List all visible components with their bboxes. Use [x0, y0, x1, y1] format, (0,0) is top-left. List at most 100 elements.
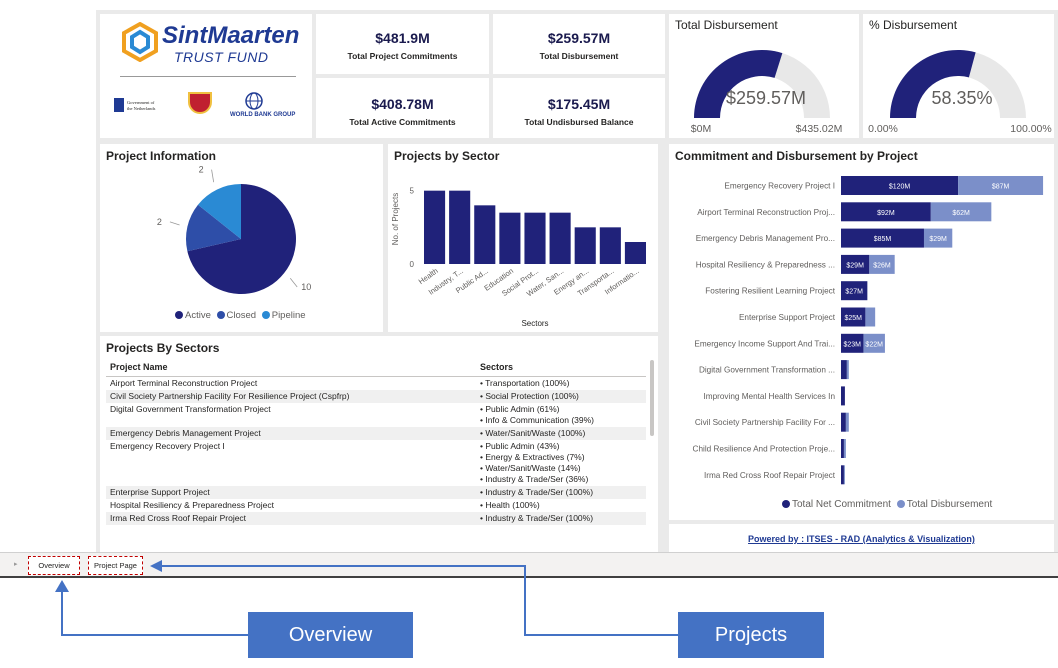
kpi-label: Total Disbursement	[539, 51, 619, 61]
bar-commitment[interactable]	[841, 360, 847, 380]
gauge-chart: 58.35% 0.00% 100.00%	[868, 49, 1052, 135]
logo-card: SintMaarten TRUST FUND Government of the…	[100, 14, 312, 138]
kpi-label: Total Undisbursed Balance	[524, 117, 634, 127]
gauge-percent-disbursement[interactable]: % Disbursement 58.35% 0.00% 100.00%	[863, 14, 1054, 138]
table-row[interactable]: Hospital Resiliency & Preparedness Proje…	[106, 499, 646, 512]
gauge-title: % Disbursement	[869, 18, 958, 32]
sector-entry: • Energy & Extractives (7%)	[480, 452, 585, 462]
commitment-disbursement-card[interactable]: Commitment and Disbursement by Project E…	[669, 144, 1054, 520]
gauge-title: Total Disbursement	[675, 18, 778, 32]
sector-entry: • Public Admin (43%)	[480, 441, 560, 451]
kpi-value: $259.57M	[547, 30, 611, 46]
sector-bar[interactable]	[449, 190, 471, 264]
bar-data-label: $29M	[929, 236, 947, 243]
table-scrollbar[interactable]	[650, 360, 654, 436]
project-category-label: Emergency Debris Management Pro...	[696, 234, 835, 243]
sector-bar[interactable]	[499, 212, 521, 264]
bar-data-label: $23M	[843, 341, 861, 348]
legend-dot-active	[175, 311, 183, 320]
bar-commitment[interactable]	[841, 465, 844, 485]
sector-entry: • Water/Sanit/Waste (100%)	[480, 428, 586, 438]
bar-disbursement[interactable]	[843, 465, 845, 485]
table-row[interactable]: Enterprise Support Project • Industry & T…	[106, 486, 646, 499]
pie-legend: Active Closed Pipeline	[175, 310, 306, 321]
arrowhead-overview-icon	[55, 580, 69, 592]
project-category-label: Digital Government Transformation ...	[699, 366, 835, 375]
bar-disbursement[interactable]	[865, 307, 876, 327]
tab-scroll-left-icon[interactable]: ▸	[14, 560, 18, 568]
gauge-max: $435.02M	[796, 123, 843, 135]
pie-data-label: 2	[199, 165, 204, 175]
sector-bar[interactable]	[524, 212, 546, 264]
sector-entry: • Industry & Trade/Ser (100%)	[480, 513, 594, 523]
tab-project-page[interactable]: Project Page	[88, 556, 143, 575]
bar-disbursement[interactable]	[843, 439, 846, 458]
powered-by-link[interactable]: Powered by : ITSES - RAD (Analytics & Vi…	[669, 534, 1054, 544]
legend-pipeline: Pipeline	[271, 310, 306, 321]
page-tab-bar	[0, 552, 1058, 576]
bar-disbursement[interactable]	[845, 412, 849, 432]
gauge-min: $0M	[691, 123, 711, 135]
cell-project-name: Civil Society Partnership Facility For R…	[106, 390, 476, 403]
cell-sectors: • Social Protection (100%)	[476, 390, 646, 403]
header-project-name[interactable]: Project Name	[106, 358, 476, 377]
coat-of-arms-icon	[188, 92, 212, 114]
legend-dot-disbursement	[896, 500, 905, 509]
projects-by-sector-card[interactable]: Projects by Sector No. of Projects 0 5 Heal…	[388, 144, 658, 332]
project-information-card[interactable]: Project Information 10 2 2 Active Closed P…	[100, 144, 383, 332]
gauge-total-disbursement[interactable]: Total Disbursement $259.57M $0M $435.02M	[669, 14, 859, 138]
bar-data-label: $62M	[952, 210, 970, 217]
projects-by-sectors-card[interactable]: Projects By Sectors Project Name Sectors…	[100, 336, 658, 552]
bar-data-label: $25M	[844, 315, 862, 322]
cell-project-name: Irma Red Cross Roof Repair Project	[106, 512, 476, 525]
table-row[interactable]: Digital Government Transformation Projec…	[106, 403, 646, 427]
bar-disbursement[interactable]	[846, 360, 849, 380]
table-row[interactable]: Airport Terminal Reconstruction Project •…	[106, 377, 646, 391]
table-row[interactable]: Emergency Debris Management Project • Wat…	[106, 427, 646, 440]
cell-sectors: • Industry & Trade/Ser (100%)	[476, 486, 646, 499]
callout-projects: Projects	[678, 612, 824, 658]
sector-entry: • Industry & Trade/Ser (100%)	[480, 487, 594, 497]
table-scroll-area[interactable]: Project Name Sectors Airport Terminal Re…	[106, 358, 646, 552]
bar-data-label: $29M	[846, 262, 864, 269]
table-row[interactable]: Civil Society Partnership Facility For R…	[106, 390, 646, 403]
sector-bar[interactable]	[574, 227, 596, 264]
sector-bar[interactable]	[474, 205, 496, 264]
bar-commitment[interactable]	[841, 386, 845, 406]
sector-entry: • Info & Communication (39%)	[480, 415, 594, 425]
table-row[interactable]: Emergency Recovery Project I • Public Adm…	[106, 440, 646, 486]
sector-bar[interactable]	[624, 242, 646, 264]
sector-bar[interactable]	[549, 212, 571, 264]
trust-fund-logo-icon	[122, 22, 158, 62]
kpi-total-active-commitments: $408.78M Total Active Commitments	[316, 78, 489, 138]
logo-subtitle: TRUST FUND	[174, 49, 269, 65]
bar-data-label: $120M	[889, 184, 911, 191]
project-category-label: Civil Society Partnership Facility For .…	[695, 418, 835, 427]
sector-bar[interactable]	[599, 227, 621, 264]
project-category-label: Child Resilience And Protection Proje...	[693, 445, 835, 454]
cell-sectors: • Health (100%)	[476, 499, 646, 512]
kpi-total-project-commitments: $481.9M Total Project Commitments	[316, 14, 489, 74]
bar-commitment[interactable]	[841, 412, 846, 432]
bar-data-label: $87M	[992, 184, 1010, 191]
logo-name: SintMaarten	[162, 22, 300, 49]
bar-commitment[interactable]	[841, 439, 844, 458]
project-category-label: Irma Red Cross Roof Repair Project	[704, 471, 836, 480]
y-axis-label: No. of Projects	[391, 193, 400, 245]
netherlands-text-1: Government of	[127, 100, 155, 105]
world-bank-globe-icon	[245, 92, 263, 110]
sector-entry: • Health (100%)	[480, 500, 540, 510]
table-row[interactable]: Irma Red Cross Roof Repair Project • Indu…	[106, 512, 646, 525]
sector-bar[interactable]	[424, 190, 446, 264]
header-sectors[interactable]: Sectors	[476, 358, 646, 377]
legend-dot-closed	[216, 311, 225, 320]
arrow-overview	[61, 590, 248, 636]
report-page: SintMaarten TRUST FUND Government of the…	[96, 10, 1058, 556]
cell-sectors: • Water/Sanit/Waste (100%)	[476, 427, 646, 440]
legend-dot-pipeline	[261, 311, 270, 320]
cell-project-name: Digital Government Transformation Projec…	[110, 404, 271, 414]
logo-divider	[120, 76, 296, 77]
sectors-table: Project Name Sectors Airport Terminal Re…	[106, 358, 646, 525]
tab-overview[interactable]: Overview	[28, 556, 80, 575]
kpi-total-disbursement: $259.57M Total Disbursement	[493, 14, 665, 74]
